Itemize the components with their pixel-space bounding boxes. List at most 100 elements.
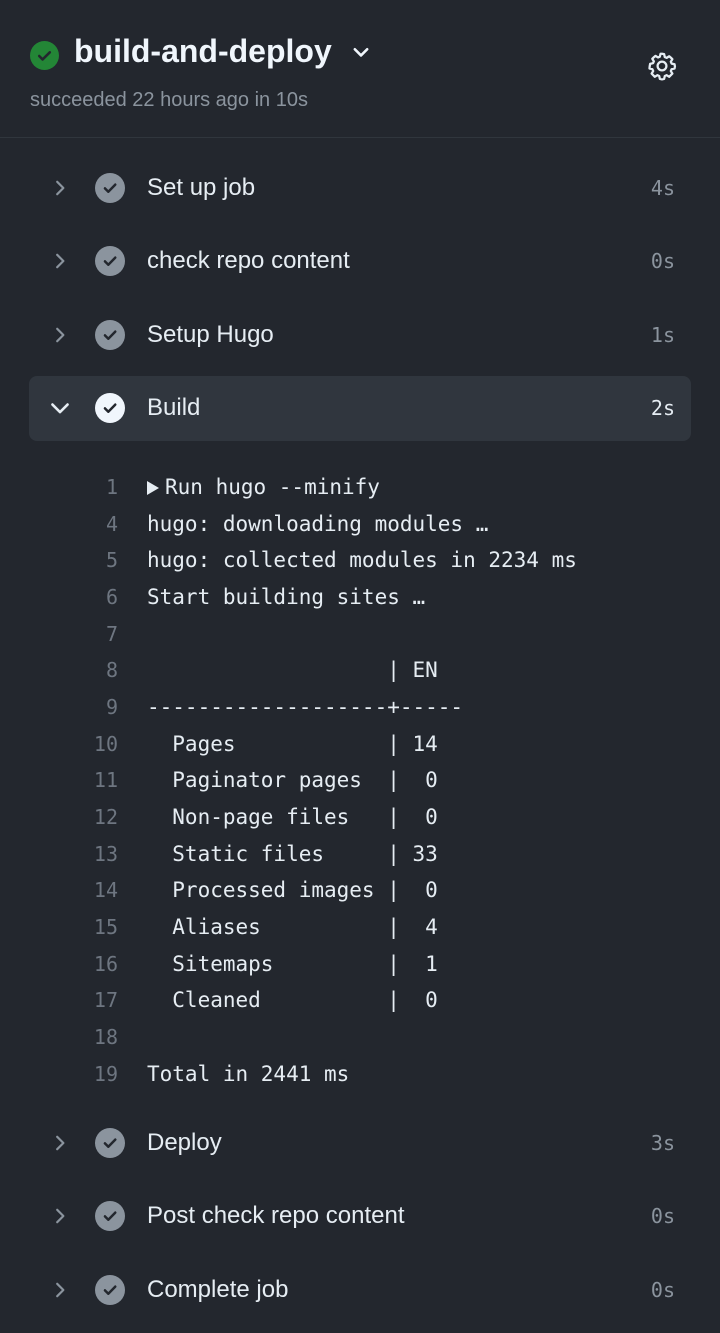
- step-label: Setup Hugo: [147, 320, 274, 348]
- log-line-number: 10: [93, 731, 118, 756]
- log-line-text: Run hugo --minify: [165, 474, 380, 499]
- log-line-text: Start building sites …: [147, 584, 426, 609]
- workflow-title-toggle[interactable]: build-and-deploy: [74, 33, 372, 70]
- log-line: 14 Processed images | 0: [0, 872, 720, 909]
- chevron-right-icon: [49, 324, 71, 346]
- step-duration: 2s: [650, 396, 675, 420]
- log-line: 13 Static files | 33: [0, 835, 720, 872]
- log-line-number: 7: [105, 621, 118, 646]
- log-line-number: 11: [93, 768, 118, 793]
- log-line: 10 Pages | 14: [0, 725, 720, 762]
- log-line: 7: [0, 615, 720, 652]
- step-success-icon: [95, 172, 125, 203]
- log-line-number: 17: [93, 988, 118, 1013]
- gear-icon[interactable]: [646, 50, 678, 82]
- log-line-text-wrap: Non-page files | 0: [147, 805, 438, 829]
- log-line-text-wrap: hugo: collected modules in 2234 ms: [147, 548, 577, 572]
- log-line: 11 Paginator pages | 0: [0, 762, 720, 799]
- log-line-number: 12: [93, 805, 118, 830]
- step-row[interactable]: Set up job 4s: [29, 151, 691, 225]
- log-line-number: 18: [93, 1025, 118, 1050]
- step-row[interactable]: Complete job 0s: [29, 1253, 691, 1327]
- log-line-text-wrap: Total in 2441 ms: [147, 1062, 349, 1086]
- success-check-icon: [30, 41, 59, 70]
- log-line-text-wrap: Paginator pages | 0: [147, 768, 438, 792]
- step-duration: 0s: [650, 249, 675, 274]
- step-label: check repo content: [147, 247, 350, 275]
- chevron-down-icon: [350, 41, 372, 63]
- log-line-number: 14: [93, 878, 118, 903]
- step-label: Complete job: [147, 1275, 289, 1303]
- log-line-text-wrap: | EN: [147, 658, 438, 682]
- log-line-number: 4: [105, 511, 118, 536]
- log-line-text: Pages | 14: [147, 731, 438, 756]
- log-line-text: Processed images | 0: [147, 878, 438, 903]
- log-line-text: -------------------+-----: [147, 694, 464, 719]
- log-line: 18: [0, 1019, 720, 1056]
- log-line-text-wrap: Aliases | 4: [147, 915, 438, 939]
- log-line-text: hugo: downloading modules …: [147, 511, 489, 536]
- log-line-text: Aliases | 4: [147, 915, 438, 940]
- step-label: Set up job: [147, 173, 256, 201]
- log-line-text: Cleaned | 0: [147, 988, 438, 1013]
- workflow-title: build-and-deploy: [74, 33, 332, 69]
- log-line-number: 8: [105, 658, 118, 683]
- log-line-number: 13: [93, 841, 118, 866]
- log-line-text-wrap: Static files | 33: [147, 842, 438, 866]
- log-line-text-wrap: hugo: downloading modules …: [147, 512, 488, 536]
- log-line-number: 5: [105, 548, 118, 573]
- log-line: 4 hugo: downloading modules …: [0, 505, 720, 542]
- step-duration: 4s: [650, 175, 675, 200]
- log-line-text-wrap: Processed images | 0: [147, 878, 438, 902]
- step-duration: 1s: [650, 322, 675, 347]
- step-success-icon: [95, 246, 125, 277]
- step-row[interactable]: Build 2s: [29, 375, 691, 441]
- expand-triangle-icon[interactable]: [147, 480, 159, 495]
- step-label: Post check repo content: [147, 1202, 405, 1230]
- step-duration: 0s: [650, 1204, 675, 1229]
- log-line: 15 Aliases | 4: [0, 909, 720, 946]
- log-line: 5 hugo: collected modules in 2234 ms: [0, 542, 720, 579]
- log-line-number: 9: [105, 694, 118, 719]
- workflow-header: build-and-deploy succeeded 22 hours ago …: [0, 0, 720, 138]
- log-line[interactable]: 1 Run hugo --minify: [0, 469, 720, 506]
- log-line-number: 6: [105, 584, 118, 609]
- step-row[interactable]: Deploy 3s: [29, 1106, 691, 1180]
- log-line-text-wrap: Pages | 14: [147, 732, 438, 756]
- step-row[interactable]: Setup Hugo 1s: [29, 298, 691, 372]
- log-line-text-wrap: Start building sites …: [147, 585, 425, 609]
- log-line: 6 Start building sites …: [0, 579, 720, 616]
- log-line-text: Sitemaps | 1: [147, 951, 438, 976]
- log-line-text: Paginator pages | 0: [147, 768, 438, 793]
- step-duration: 3s: [650, 1130, 675, 1155]
- log-line: 9 -------------------+-----: [0, 689, 720, 726]
- log-line: 17 Cleaned | 0: [0, 982, 720, 1019]
- step-label: Build: [147, 394, 201, 421]
- chevron-right-icon: [49, 1279, 71, 1301]
- log-line-text: Non-page files | 0: [147, 805, 438, 830]
- step-row[interactable]: Post check repo content 0s: [29, 1180, 691, 1254]
- step-duration: 0s: [650, 1277, 675, 1302]
- chevron-right-icon: [49, 1132, 71, 1154]
- log-line-text: | EN: [147, 658, 438, 683]
- step-success-icon: [95, 1127, 125, 1158]
- log-line: 8 | EN: [0, 652, 720, 689]
- log-line-number: 19: [93, 1061, 118, 1086]
- step-success-icon: [95, 393, 125, 423]
- log-line-text: Total in 2441 ms: [147, 1061, 350, 1086]
- chevron-right-icon: [49, 250, 71, 272]
- log-line-number: 1: [105, 474, 118, 499]
- log-line-text: Static files | 33: [147, 841, 438, 866]
- log-line-number: 15: [93, 915, 118, 940]
- step-success-icon: [95, 1201, 125, 1232]
- step-success-icon: [95, 319, 125, 350]
- step-row[interactable]: check repo content 0s: [29, 225, 691, 299]
- log-line-text-wrap: Run hugo --minify: [147, 475, 380, 499]
- chevron-down-icon: [49, 397, 71, 419]
- log-line-text: hugo: collected modules in 2234 ms: [147, 548, 577, 573]
- log-line: 12 Non-page files | 0: [0, 799, 720, 836]
- step-success-icon: [95, 1274, 125, 1305]
- job-steps-list: Set up job 4s check repo content 0s Setup Hu…: [0, 138, 720, 1327]
- log-line-text-wrap: -------------------+-----: [147, 695, 463, 719]
- log-line: 19 Total in 2441 ms: [0, 1056, 720, 1093]
